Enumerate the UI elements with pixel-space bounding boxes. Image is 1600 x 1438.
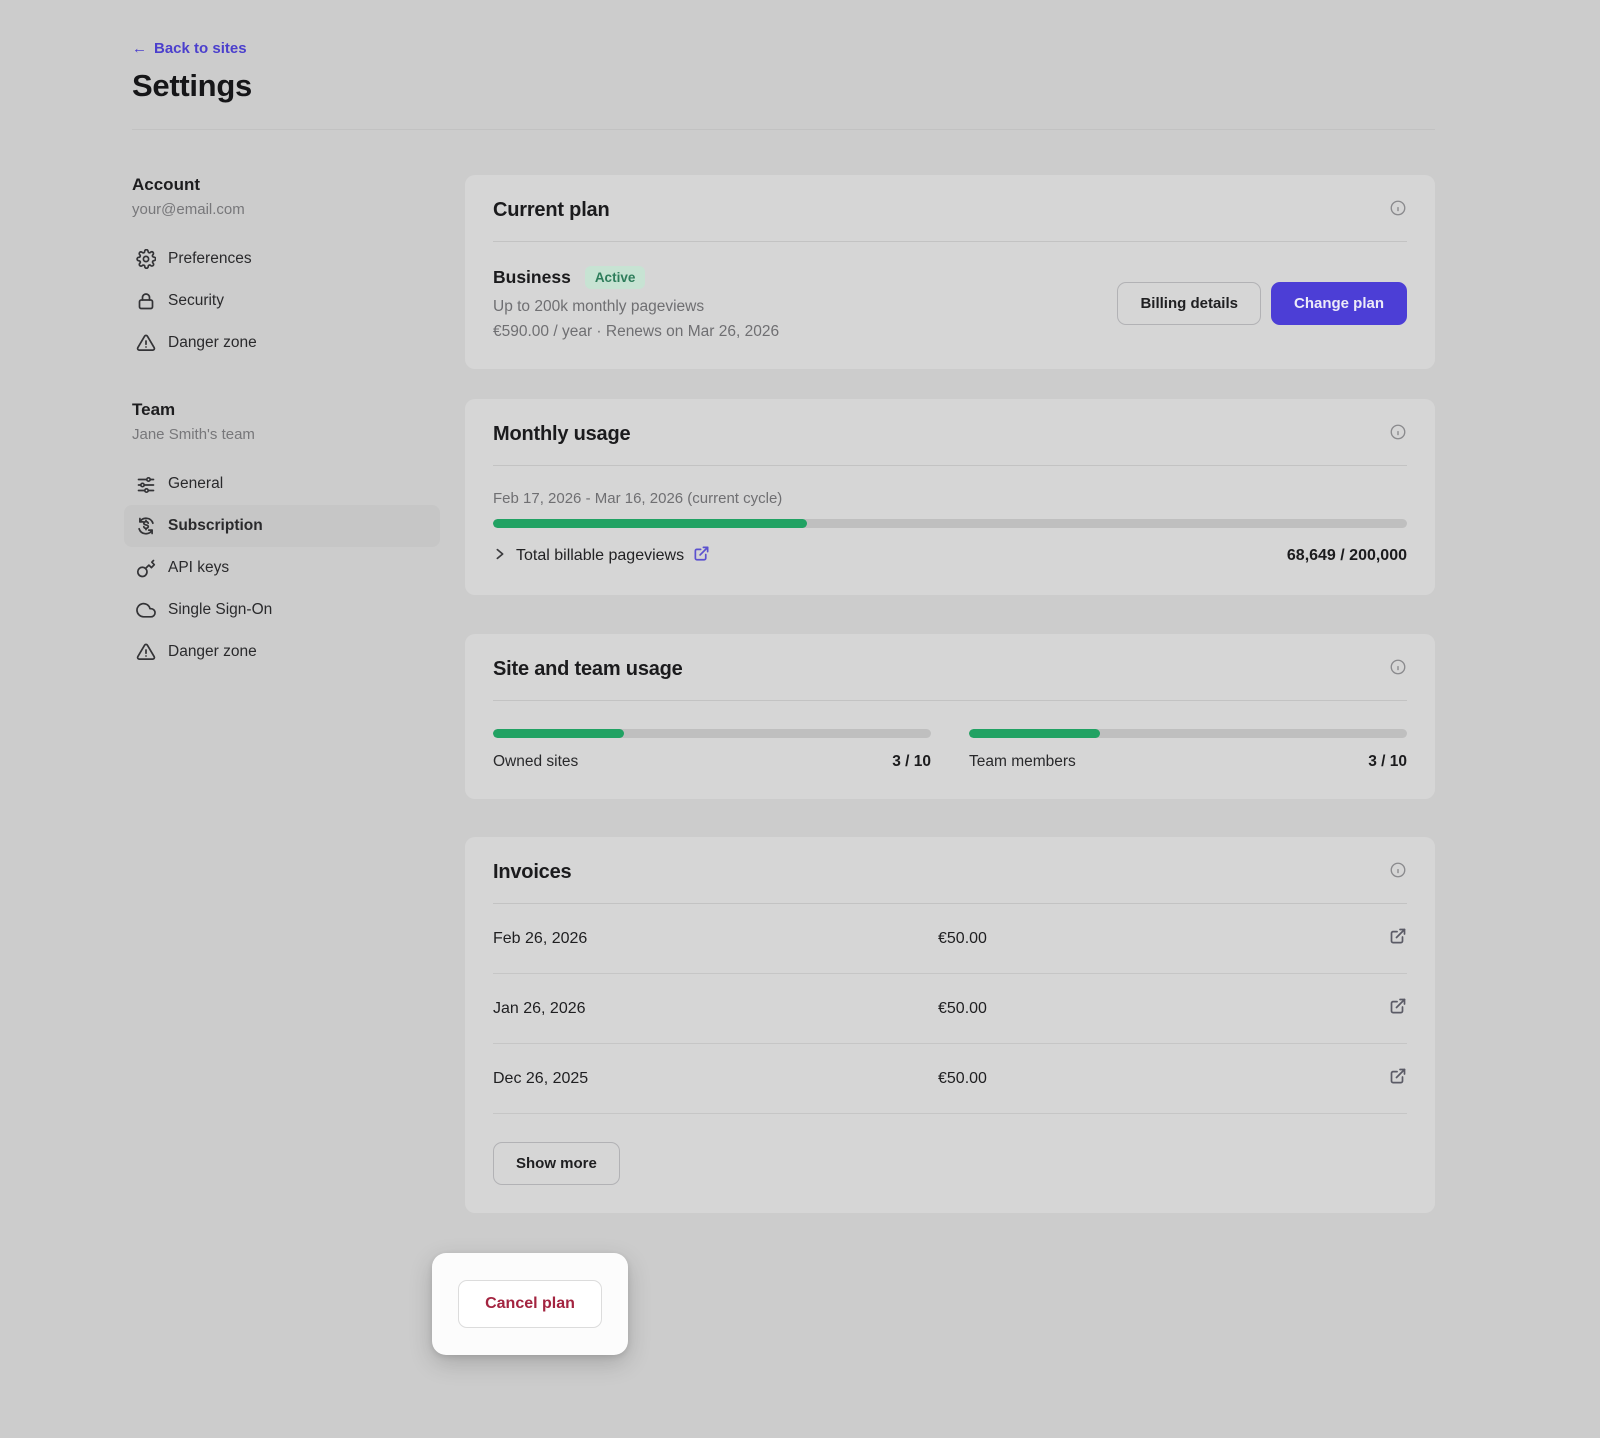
key-icon [136, 558, 156, 578]
current-plan-title: Current plan [493, 199, 610, 222]
invoices-title: Invoices [493, 861, 571, 884]
sidebar-item-label: Preferences [168, 250, 252, 268]
external-link-icon[interactable] [1389, 997, 1407, 1020]
owned-sites-progress-bar [493, 729, 931, 738]
sidebar-item-general[interactable]: General [124, 463, 440, 505]
subscription-panel: Current plan Business Active Up to 200k … [465, 175, 1435, 1213]
owned-sites-meter: Owned sites 3 / 10 [493, 729, 931, 771]
sidebar-item-label: API keys [168, 559, 229, 577]
card-divider [493, 700, 1407, 701]
sidebar-item-preferences[interactable]: Preferences [124, 238, 440, 280]
invoices-card: Invoices Feb 26, 2026 €50.00 Jan 26, 202… [465, 837, 1435, 1213]
back-to-sites-link[interactable]: ← Back to sites [132, 40, 247, 57]
meter-label: Owned sites [493, 753, 578, 771]
owned-sites-progress-fill [493, 729, 624, 738]
monthly-usage-card: Monthly usage Feb 17, 2026 - Mar 16, 202… [465, 399, 1435, 595]
arrow-left-icon: ← [132, 40, 147, 57]
warning-icon [136, 333, 156, 353]
current-plan-card: Current plan Business Active Up to 200k … [465, 175, 1435, 369]
account-nav: Preferences Security Danger zone [132, 238, 440, 364]
team-members-meter: Team members 3 / 10 [969, 729, 1407, 771]
account-email: your@email.com [132, 201, 440, 218]
sidebar-item-label: Security [168, 292, 224, 310]
settings-page: ← Back to sites Settings Account your@em… [0, 0, 1600, 1213]
invoice-row: Dec 26, 2025 €50.00 [493, 1044, 1407, 1114]
sidebar-item-account-danger-zone[interactable]: Danger zone [124, 322, 440, 364]
currency-refresh-icon [136, 516, 156, 536]
lock-icon [136, 291, 156, 311]
pageviews-usage-value: 68,649 / 200,000 [1287, 547, 1407, 565]
sidebar-item-single-sign-on[interactable]: Single Sign-On [124, 589, 440, 631]
plan-pricing: €590.00 / year · Renews on Mar 26, 2026 [493, 323, 779, 341]
pageviews-progress-fill [493, 519, 807, 528]
sidebar-item-label: Subscription [168, 517, 263, 535]
warning-icon [136, 642, 156, 662]
info-icon[interactable] [1389, 423, 1407, 446]
team-name: Jane Smith's team [132, 426, 440, 443]
team-section-heading: Team [132, 400, 440, 420]
info-icon[interactable] [1389, 199, 1407, 222]
invoice-amount: €50.00 [938, 1000, 1389, 1018]
change-plan-button[interactable]: Change plan [1271, 282, 1407, 325]
billing-cycle-label: Feb 17, 2026 - Mar 16, 2026 (current cyc… [493, 490, 1407, 507]
plan-description: Up to 200k monthly pageviews [493, 298, 779, 316]
back-link-label: Back to sites [154, 40, 247, 57]
plan-name: Business [493, 267, 571, 288]
team-members-progress-fill [969, 729, 1100, 738]
cloud-icon [136, 600, 156, 620]
account-section-heading: Account [132, 175, 440, 195]
invoice-row: Feb 26, 2026 €50.00 [493, 904, 1407, 974]
card-divider [493, 241, 1407, 242]
plan-summary: Business Active Up to 200k monthly pagev… [493, 266, 779, 341]
cancel-plan-button[interactable]: Cancel plan [458, 1280, 602, 1328]
external-link-icon[interactable] [1389, 1067, 1407, 1090]
invoice-date: Dec 26, 2025 [493, 1070, 938, 1088]
sidebar-item-label: Danger zone [168, 643, 257, 661]
sidebar-item-security[interactable]: Security [124, 280, 440, 322]
sidebar-item-label: Danger zone [168, 334, 257, 352]
info-icon[interactable] [1389, 658, 1407, 681]
usage-row-label: Total billable pageviews [516, 547, 684, 565]
settings-sidebar: Account your@email.com Preferences Secur… [132, 175, 440, 1213]
billing-details-button[interactable]: Billing details [1117, 282, 1261, 325]
chevron-right-icon [493, 547, 507, 566]
external-link-icon[interactable] [1389, 927, 1407, 950]
page-title: Settings [132, 68, 1435, 104]
invoice-date: Feb 26, 2026 [493, 930, 938, 948]
sidebar-item-label: General [168, 475, 223, 493]
invoice-date: Jan 26, 2026 [493, 1000, 938, 1018]
monthly-usage-title: Monthly usage [493, 423, 630, 446]
sidebar-item-api-keys[interactable]: API keys [124, 547, 440, 589]
header-divider [132, 129, 1435, 130]
team-members-progress-bar [969, 729, 1407, 738]
invoice-amount: €50.00 [938, 930, 1389, 948]
info-icon[interactable] [1389, 861, 1407, 884]
team-nav: General Subscription API keys Single Sig… [132, 463, 440, 673]
cancel-plan-popover: Cancel plan [432, 1253, 628, 1355]
card-divider [493, 465, 1407, 466]
external-link-icon[interactable] [693, 545, 710, 567]
sliders-icon [136, 474, 156, 494]
meter-value: 3 / 10 [1368, 753, 1407, 771]
pageviews-progress-bar [493, 519, 1407, 528]
meter-label: Team members [969, 753, 1076, 771]
status-badge: Active [585, 266, 646, 289]
sidebar-item-team-danger-zone[interactable]: Danger zone [124, 631, 440, 673]
gear-icon [136, 249, 156, 269]
invoice-row: Jan 26, 2026 €50.00 [493, 974, 1407, 1044]
meter-value: 3 / 10 [892, 753, 931, 771]
sidebar-item-label: Single Sign-On [168, 601, 272, 619]
sidebar-item-subscription[interactable]: Subscription [124, 505, 440, 547]
site-team-usage-card: Site and team usage Owned sites 3 / 10 [465, 634, 1435, 799]
site-team-usage-title: Site and team usage [493, 658, 683, 681]
show-more-button[interactable]: Show more [493, 1142, 620, 1185]
total-billable-pageviews-toggle[interactable]: Total billable pageviews [493, 545, 710, 567]
invoice-amount: €50.00 [938, 1070, 1389, 1088]
